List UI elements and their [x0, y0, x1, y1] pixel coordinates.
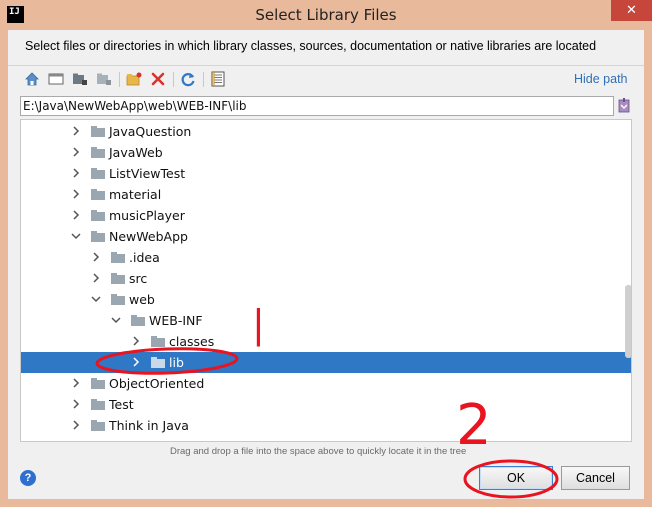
chevron-right-icon[interactable]	[131, 356, 141, 368]
title-bar[interactable]: IJ Select Library Files ✕	[0, 0, 652, 30]
tree-row-label: .idea	[129, 250, 160, 265]
toolbar-separator	[203, 72, 204, 87]
chevron-right-icon[interactable]	[91, 272, 101, 284]
chevron-right-icon[interactable]	[71, 440, 81, 441]
header-divider	[8, 65, 644, 66]
chevron-right-icon[interactable]	[71, 209, 81, 221]
folder-icon	[91, 441, 105, 442]
cancel-button[interactable]: Cancel	[561, 466, 630, 490]
tree-row[interactable]: .idea	[21, 247, 631, 268]
path-input[interactable]: E:\Java\NewWebApp\web\WEB-INF\lib	[20, 96, 614, 116]
history-dropdown-icon[interactable]	[617, 96, 631, 116]
chevron-right-icon[interactable]	[71, 125, 81, 137]
tree-row[interactable]: material	[21, 184, 631, 205]
tree-row-label: ObjectOriented	[109, 376, 205, 391]
tree-row-label: ListViewTest	[109, 166, 186, 181]
folder-icon	[91, 126, 105, 137]
tree-row-label: JavaWeb	[109, 145, 163, 160]
ok-button[interactable]: OK	[479, 466, 553, 490]
file-chooser-toolbar	[22, 69, 322, 91]
chevron-right-icon[interactable]	[131, 335, 141, 347]
chevron-down-icon[interactable]	[111, 314, 121, 326]
folder-icon	[91, 189, 105, 200]
tree-row[interactable]: web	[21, 289, 631, 310]
folder-icon	[151, 357, 165, 368]
tree-row[interactable]: NewWebApp	[21, 226, 631, 247]
chevron-right-icon[interactable]	[71, 188, 81, 200]
tree-row[interactable]: ObjectOriented	[21, 373, 631, 394]
chevron-right-icon[interactable]	[71, 167, 81, 179]
tree-row-label: musicPlayer	[109, 208, 185, 223]
chevron-down-icon[interactable]	[71, 230, 81, 242]
folder-icon	[91, 378, 105, 389]
tree-row-label: Think in Java	[109, 418, 189, 433]
hide-path-link[interactable]: Hide path	[574, 72, 628, 86]
folder-icon	[111, 252, 125, 263]
toolbar-separator	[119, 72, 120, 87]
delete-icon[interactable]	[148, 69, 168, 89]
folder-icon	[91, 420, 105, 431]
tree-row[interactable]: src	[21, 268, 631, 289]
new-folder-icon[interactable]	[124, 69, 144, 89]
tree-row-label: material	[109, 187, 162, 202]
close-button[interactable]: ✕	[611, 0, 652, 21]
module-icon[interactable]	[94, 69, 114, 89]
tree-row[interactable]: JavaQuestion	[21, 121, 631, 142]
tree-row-label: web	[129, 292, 155, 307]
chevron-right-icon[interactable]	[71, 419, 81, 431]
folder-icon	[111, 273, 125, 284]
dialog-title: Select Library Files	[255, 6, 397, 24]
chevron-right-icon[interactable]	[71, 398, 81, 410]
tree-scrollbar-track[interactable]	[625, 120, 631, 441]
tree-row-label: Test	[109, 397, 134, 412]
chevron-right-icon[interactable]	[71, 146, 81, 158]
show-hidden-icon[interactable]	[208, 69, 228, 89]
drag-drop-hint: Drag and drop a file into the space abov…	[170, 446, 467, 457]
tree-row-label: NewWebApp	[109, 229, 188, 244]
tree-row-label: Tomcat	[109, 439, 154, 441]
help-button[interactable]: ?	[20, 470, 36, 486]
chevron-right-icon[interactable]	[91, 251, 101, 263]
chevron-right-icon[interactable]	[71, 377, 81, 389]
folder-icon	[91, 210, 105, 221]
tree-row-label: JavaQuestion	[109, 124, 192, 139]
refresh-icon[interactable]	[178, 69, 198, 89]
tree-row[interactable]: lib	[21, 352, 631, 373]
folder-icon	[131, 315, 145, 326]
home-icon[interactable]	[22, 69, 42, 89]
tree-row[interactable]: musicPlayer	[21, 205, 631, 226]
tree-scrollbar-thumb[interactable]	[625, 285, 631, 358]
tree-row-label: WEB-INF	[149, 313, 203, 328]
tree-row[interactable]: JavaWeb	[21, 142, 631, 163]
tree-row-label: src	[129, 271, 148, 286]
folder-icon	[91, 168, 105, 179]
tree-row[interactable]: Test	[21, 394, 631, 415]
tree-row[interactable]: ListViewTest	[21, 163, 631, 184]
tree-row[interactable]: Tomcat	[21, 436, 631, 442]
folder-icon	[91, 231, 105, 242]
tree-row-label: classes	[169, 334, 215, 349]
dialog-content: Select files or directories in which lib…	[8, 30, 644, 499]
tree-row-label: lib	[169, 355, 184, 370]
tree-row[interactable]: Think in Java	[21, 415, 631, 436]
desktop-icon[interactable]	[46, 69, 66, 89]
folder-icon	[91, 399, 105, 410]
dialog-window: IJ Select Library Files ✕ Select files o…	[0, 0, 652, 507]
folder-icon	[151, 336, 165, 347]
tree-row[interactable]: WEB-INF	[21, 310, 631, 331]
instruction-text: Select files or directories in which lib…	[25, 39, 597, 53]
folder-icon	[91, 147, 105, 158]
folder-icon	[111, 294, 125, 305]
project-icon[interactable]	[70, 69, 90, 89]
chevron-down-icon[interactable]	[91, 293, 101, 305]
toolbar-separator	[173, 72, 174, 87]
file-tree[interactable]: JavaQuestion JavaWeb ListViewTest material m…	[20, 119, 632, 442]
tree-row[interactable]: classes	[21, 331, 631, 352]
